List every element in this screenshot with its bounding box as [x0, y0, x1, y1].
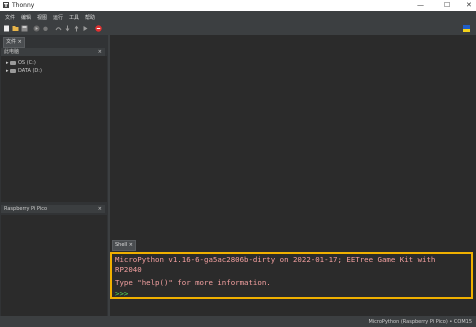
language-flag-icon[interactable]	[463, 25, 470, 32]
drive-icon	[10, 68, 16, 73]
shell-output[interactable]: MicroPython v1.16-6-ga5ac2806b-dirty on …	[110, 252, 473, 299]
list-item[interactable]: ▸ OS (C:)	[6, 60, 36, 66]
maximize-button[interactable]: ☐	[444, 1, 450, 9]
stop-icon[interactable]	[95, 25, 102, 32]
status-bar: MicroPython (Raspberry Pi Pico) • COM15	[0, 316, 476, 327]
open-icon[interactable]	[12, 25, 19, 32]
step-into-icon[interactable]	[64, 25, 71, 32]
thonny-logo-icon	[3, 2, 9, 8]
files-panel: ▸ OS (C:) ▸ DATA (D:)	[1, 56, 107, 202]
shell-line: MicroPython v1.16-6-ga5ac2806b-dirty on …	[115, 255, 436, 264]
menu-view[interactable]: 视图	[37, 14, 47, 21]
menu-edit[interactable]: 编辑	[21, 14, 31, 21]
files-panel-close-button[interactable]: ×	[98, 48, 102, 56]
debug-icon[interactable]	[42, 25, 49, 32]
pico-panel-title: Raspberry Pi Pico	[4, 206, 48, 212]
menu-file[interactable]: 文件	[5, 14, 15, 21]
tab-shell[interactable]: Shell ×	[112, 240, 136, 251]
toolbar	[0, 22, 476, 35]
pico-panel-close-button[interactable]: ×	[98, 205, 102, 213]
pico-files-panel	[1, 215, 107, 327]
minimize-button[interactable]: —	[417, 1, 424, 9]
files-panel-header: 此电脑 ×	[1, 48, 105, 56]
shell-line: Type "help()" for more information.	[115, 278, 271, 287]
menu-help[interactable]: 帮助	[85, 14, 95, 21]
step-out-icon[interactable]	[73, 25, 80, 32]
tab-files[interactable]: 文件 ×	[3, 37, 25, 48]
files-panel-title: 此电脑	[4, 49, 20, 55]
resume-icon[interactable]	[82, 25, 89, 32]
step-over-icon[interactable]	[55, 25, 62, 32]
list-item[interactable]: ▸ DATA (D:)	[6, 68, 42, 74]
title-bar: Thonny — ☐ ✕	[0, 0, 476, 11]
interpreter-status[interactable]: MicroPython (Raspberry Pi Pico) • COM15	[368, 319, 472, 325]
shell-line: RP2040	[115, 265, 142, 274]
menu-bar: 文件 编辑 视图 运行 工具 帮助	[0, 11, 476, 22]
drive-label: OS (C:)	[18, 60, 36, 66]
window-title: Thonny	[12, 2, 35, 9]
menu-tools[interactable]: 工具	[69, 14, 79, 21]
editor-area[interactable]	[110, 35, 476, 240]
run-icon[interactable]	[33, 25, 40, 32]
shell-prompt[interactable]: >>>	[115, 289, 128, 298]
drive-icon	[10, 60, 16, 65]
new-file-icon[interactable]	[3, 25, 10, 32]
menu-run[interactable]: 运行	[53, 14, 63, 21]
pico-panel-header: Raspberry Pi Pico ×	[1, 205, 105, 213]
close-window-button[interactable]: ✕	[466, 1, 472, 9]
drive-label: DATA (D:)	[18, 68, 42, 74]
save-icon[interactable]	[21, 25, 28, 32]
